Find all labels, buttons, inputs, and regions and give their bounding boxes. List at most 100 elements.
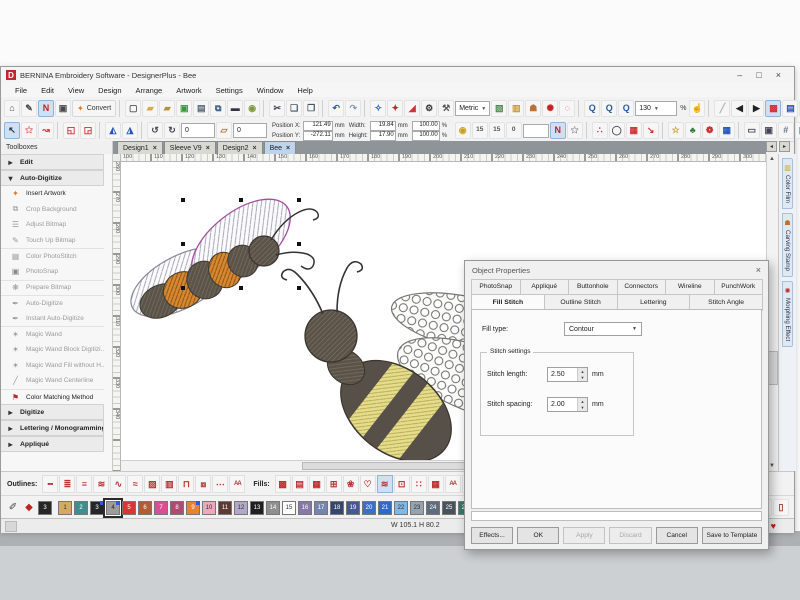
tab-scroll-left[interactable]: ◂ <box>766 141 777 152</box>
toolbox-row[interactable]: ▸ Digitize <box>1 404 104 420</box>
toolbox-row[interactable]: ✦ Insert Artwork <box>1 186 104 202</box>
dialog-button[interactable]: Cancel <box>656 527 698 544</box>
toolbar-icon[interactable]: ▧ <box>491 100 507 117</box>
toolbar-icon[interactable]: ◱ <box>63 122 79 139</box>
toolbar-icon[interactable]: ▦ <box>719 122 735 139</box>
zoom-icon[interactable]: Q <box>618 100 634 117</box>
toolbar-icon[interactable]: ↖ <box>4 122 20 139</box>
toolbar-icon[interactable]: ☆ <box>668 122 684 139</box>
menu-item[interactable]: View <box>62 86 90 95</box>
toolbar-icon[interactable]: ❏ <box>286 100 302 117</box>
fill-stitch-icon[interactable]: ⊡ <box>394 475 410 493</box>
toolbar-icon[interactable]: ✩ <box>21 122 37 139</box>
toolbar-icon[interactable]: ↺ <box>147 122 163 139</box>
tab-close-icon[interactable]: × <box>206 145 210 152</box>
stitch-length-spinner[interactable]: 2.50 ▲▼ <box>547 367 588 382</box>
toolbar-icon[interactable]: ❐ <box>303 100 319 117</box>
fill-stitch-icon[interactable]: ⊞ <box>326 475 342 493</box>
color-swatch[interactable]: 1 <box>58 501 72 515</box>
toolbar-icon[interactable]: ⚙ <box>421 100 437 117</box>
zoom-icon[interactable]: Q <box>601 100 617 117</box>
scroll-down-icon[interactable]: ▼ <box>769 463 775 469</box>
convert-button[interactable]: ✦ Convert <box>72 100 116 117</box>
outline-stitch-icon[interactable]: ≡ <box>76 475 92 493</box>
color-swatch[interactable]: 18 <box>330 501 344 515</box>
docker-tab[interactable]: ☗ Carving Stamp <box>782 213 793 277</box>
close-button[interactable]: × <box>776 70 781 80</box>
toolbar-icon[interactable]: ✎ <box>21 100 37 117</box>
toolbar-icon[interactable]: ◢ <box>404 100 420 117</box>
outline-stitch-icon[interactable]: ⋯ <box>212 475 228 493</box>
scroll-up-icon[interactable]: ▲ <box>769 156 775 162</box>
minimize-button[interactable]: – <box>737 70 742 80</box>
toolbar-icon[interactable]: # <box>778 122 794 139</box>
outline-stitch-icon[interactable]: ▨ <box>144 475 160 493</box>
eyedropper-icon[interactable]: ✐ <box>6 500 20 515</box>
toolbar-icon[interactable]: 15 <box>472 122 488 139</box>
zoom-level-dropdown[interactable]: 130▼ <box>635 101 677 116</box>
design-tab[interactable]: Bee × <box>264 141 297 154</box>
dialog-tab[interactable]: Buttonhole <box>568 279 618 295</box>
color-swatch[interactable]: 19 <box>346 501 360 515</box>
spin-down-icon[interactable]: ▼ <box>578 375 587 382</box>
toolbox-row[interactable]: ☰ Adjust Bitmap <box>1 217 104 233</box>
toolbar-icon[interactable]: ◌ <box>559 100 575 117</box>
toolbar-icon[interactable]: ◉ <box>244 100 260 117</box>
tab-close-icon[interactable]: × <box>153 145 157 152</box>
design-tab[interactable]: Sleeve V9 × <box>164 141 216 154</box>
menu-item[interactable]: Arrange <box>130 86 169 95</box>
menu-item[interactable]: Artwork <box>170 86 207 95</box>
dialog-button[interactable]: Apply <box>563 527 605 544</box>
dialog-title-bar[interactable]: Object Properties × <box>465 261 768 279</box>
toolbar-icon[interactable]: ✺ <box>542 100 558 117</box>
spin-down-icon[interactable]: ▼ <box>578 405 587 412</box>
dialog-tab[interactable]: Connectors <box>617 279 667 295</box>
toolbar-icon[interactable] <box>364 100 367 117</box>
thread-tool-icon[interactable]: ▯ <box>773 499 789 516</box>
toolbar-icon[interactable]: ✂ <box>269 100 285 117</box>
toolbox-row[interactable]: ▸ Edit <box>1 154 104 170</box>
toolbox-row[interactable]: ⧉ Crop Background <box>1 202 104 218</box>
docker-tab[interactable]: ▥ Color Film <box>782 158 793 209</box>
width-input[interactable]: 19.84 <box>370 121 396 131</box>
color-swatch[interactable]: 23 <box>410 501 424 515</box>
color-swatch[interactable]: 12 <box>234 501 248 515</box>
toolbar-icon[interactable]: ▰ <box>159 100 175 117</box>
fill-stitch-icon[interactable]: ▤ <box>292 475 308 493</box>
dialog-tab[interactable]: Appliqué <box>520 279 570 295</box>
stitch-preset-dropdown[interactable] <box>523 124 549 138</box>
outline-stitch-icon[interactable]: ⧈ <box>195 475 211 493</box>
toolbar-icon[interactable] <box>57 122 60 139</box>
toolbar-icon[interactable]: N <box>550 122 566 139</box>
color-swatch[interactable]: 5 <box>122 501 136 515</box>
menu-item[interactable]: Window <box>251 86 290 95</box>
tab-close-icon[interactable]: × <box>252 145 256 152</box>
color-swatch[interactable]: 22 <box>394 501 408 515</box>
toolbar-icon[interactable]: ▢ <box>125 100 141 117</box>
toolbar-icon[interactable]: ↘ <box>643 122 659 139</box>
color-swatch[interactable]: 8 <box>170 501 184 515</box>
fill-stitch-icon[interactable]: ∷ <box>411 475 427 493</box>
toolbar-icon[interactable]: ▦ <box>626 122 642 139</box>
bee-design-1[interactable] <box>121 183 318 331</box>
fill-stitch-icon[interactable]: ♡ <box>360 475 376 493</box>
color-swatch[interactable]: 10 <box>202 501 216 515</box>
color-swatch[interactable]: 17 <box>314 501 328 515</box>
scrollbar-thumb[interactable] <box>768 351 778 385</box>
dialog-button[interactable]: OK <box>517 527 559 544</box>
toolbar-icon[interactable]: ♣ <box>685 122 701 139</box>
height-input[interactable]: 17.90 <box>370 131 396 141</box>
toolbar-icon[interactable]: ✩ <box>567 122 583 139</box>
fill-stitch-icon[interactable]: ▦ <box>309 475 325 493</box>
toolbar-icon[interactable]: ↻ <box>164 122 180 139</box>
tab-close-icon[interactable]: × <box>286 145 290 152</box>
color-swatch[interactable]: 24 <box>426 501 440 515</box>
toolbar-icon[interactable] <box>586 122 589 139</box>
toolbar-icon[interactable]: ❁ <box>702 122 718 139</box>
rotate-angle-input[interactable]: 0 <box>181 123 215 138</box>
title-bar[interactable]: D BERNINA Embroidery Software - Designer… <box>1 67 794 84</box>
toolbar-icon[interactable]: ✦ <box>387 100 403 117</box>
position-x-input[interactable]: 121.49 <box>303 121 333 131</box>
fill-stitch-icon[interactable]: ❀ <box>343 475 359 493</box>
toolbox-row[interactable]: ▣ PhotoSnap <box>1 264 104 280</box>
